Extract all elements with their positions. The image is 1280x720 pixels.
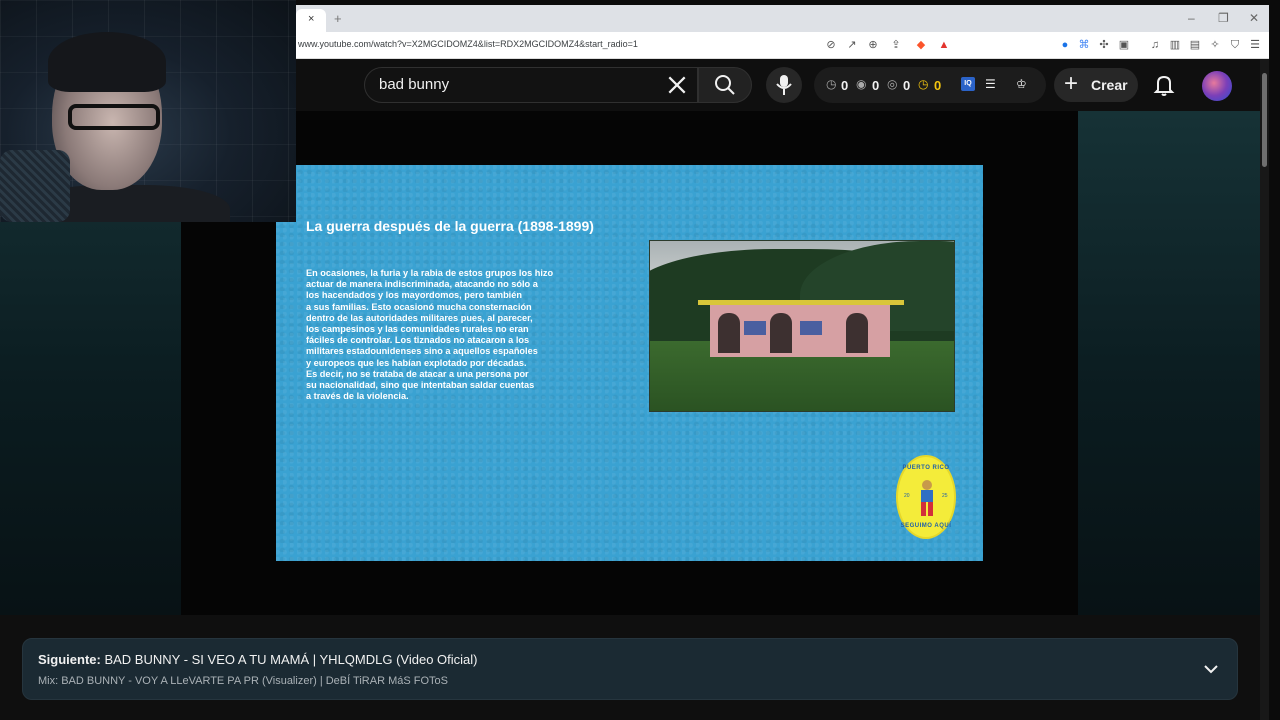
microphone-foam xyxy=(0,150,70,222)
ai-sparkle-icon[interactable]: ✧ xyxy=(1208,38,1222,52)
browser-tab[interactable]: × xyxy=(296,9,326,32)
voice-search-button[interactable] xyxy=(766,67,802,103)
chevron-down-icon[interactable] xyxy=(1203,661,1219,677)
search-box[interactable] xyxy=(364,67,698,103)
new-tab-icon[interactable]: + xyxy=(334,11,342,26)
next-up-panel[interactable]: Siguiente: BAD BUNNY - SI VEO A TU MAMÁ … xyxy=(22,638,1238,700)
puerto-rico-logo: PUERTO RICO 20 25 SEGUIMO AQUÍ xyxy=(896,455,956,539)
slide-title: La guerra después de la guerra (1898-189… xyxy=(306,218,594,234)
music-icon[interactable]: ♫ xyxy=(1148,38,1162,52)
open-external-icon[interactable]: ↗ xyxy=(845,38,859,52)
stat-count-1: 0 xyxy=(841,78,849,93)
slide-photo-house xyxy=(649,240,955,412)
minimize-icon[interactable]: – xyxy=(1188,11,1195,25)
stats-extension-bar: ◷ 0 ◉ 0 ◎ 0 ◷ 0 IQ ☰ ♔ xyxy=(814,67,1046,103)
scrollbar-thumb[interactable] xyxy=(1262,73,1267,167)
eye-icon: ◉ xyxy=(856,77,867,91)
brave-shield-icon[interactable]: ◆ xyxy=(914,38,928,52)
stat-count-4: 0 xyxy=(934,78,942,93)
trophy-icon[interactable]: ♔ xyxy=(1016,77,1027,91)
extensions-puzzle-icon[interactable]: ✣ xyxy=(1097,38,1111,52)
timer-icon: ◷ xyxy=(918,77,929,91)
logo-bottom-text: SEGUIMO AQUÍ xyxy=(900,523,952,529)
zoom-icon[interactable]: ⊕ xyxy=(866,38,880,52)
brave-rewards-icon[interactable]: ▲ xyxy=(937,38,951,52)
vpn-shield-icon[interactable]: ⛉ xyxy=(1228,38,1242,52)
next-up-video-title: BAD BUNNY - SI VEO A TU MAMÁ | YHLQMDLG … xyxy=(104,652,478,667)
tab-close-icon[interactable]: × xyxy=(308,13,314,25)
search-input[interactable] xyxy=(379,76,649,93)
logo-left-number: 20 xyxy=(904,493,910,499)
slide-body-text: En ocasiones, la furia y la rabia de est… xyxy=(306,268,554,402)
user-avatar[interactable] xyxy=(1202,71,1232,101)
menu-icon[interactable]: ☰ xyxy=(1248,38,1262,52)
extension-blue-icon[interactable]: ● xyxy=(1058,38,1072,52)
sidebar-icon[interactable]: ▥ xyxy=(1168,38,1182,52)
video-ambient-right xyxy=(1078,111,1260,615)
iq-extension-icon[interactable]: IQ xyxy=(961,77,975,91)
frog-figure-icon xyxy=(921,480,933,516)
url-text[interactable]: www.youtube.com/watch?v=X2MGCIDOMZ4&list… xyxy=(298,39,638,49)
logo-right-number: 25 xyxy=(942,493,948,499)
microphone-icon xyxy=(776,75,792,95)
clock-icon: ◷ xyxy=(826,77,837,91)
restore-icon[interactable]: ❐ xyxy=(1218,11,1229,25)
create-button[interactable]: + Crear xyxy=(1054,68,1138,102)
webcam-overlay xyxy=(0,0,296,222)
next-up-prefix: Siguiente: xyxy=(38,652,101,667)
translate-icon[interactable]: ⌘ xyxy=(1077,38,1091,52)
notifications-bell-icon[interactable] xyxy=(1152,73,1176,97)
logo-top-text: PUERTO RICO xyxy=(902,465,950,471)
create-label: Crear xyxy=(1091,77,1128,93)
stat-count-2: 0 xyxy=(872,78,880,93)
window-close-icon[interactable]: ✕ xyxy=(1249,11,1259,25)
next-up-mix: Mix: BAD BUNNY - VOY A LLeVARTE PA PR (V… xyxy=(38,675,448,687)
browser-tab-bar: × + – ❐ ✕ xyxy=(296,5,1269,32)
clear-search-icon[interactable] xyxy=(666,72,688,98)
wallet-icon[interactable]: ▤ xyxy=(1188,38,1202,52)
search-icon xyxy=(715,75,735,95)
share-icon[interactable]: ⇪ xyxy=(889,38,903,52)
video-frame-slide: La guerra después de la guerra (1898-189… xyxy=(276,165,983,561)
reader-icon[interactable]: ▣ xyxy=(1117,38,1131,52)
eye-outline-icon: ◎ xyxy=(887,77,898,91)
next-up-title[interactable]: Siguiente: BAD BUNNY - SI VEO A TU MAMÁ … xyxy=(38,652,478,667)
plus-icon: + xyxy=(1064,70,1079,97)
screen: La guerra después de la guerra (1898-189… xyxy=(0,0,1280,720)
stat-count-3: 0 xyxy=(903,78,911,93)
search-button[interactable] xyxy=(698,67,752,103)
eye-off-icon[interactable]: ⊘ xyxy=(824,38,838,52)
address-bar: www.youtube.com/watch?v=X2MGCIDOMZ4&list… xyxy=(296,32,1269,59)
list-icon[interactable]: ☰ xyxy=(985,77,996,91)
page-scrollbar[interactable] xyxy=(1260,59,1269,720)
youtube-header: ◷ 0 ◉ 0 ◎ 0 ◷ 0 IQ ☰ ♔ + Crear xyxy=(296,59,1269,111)
